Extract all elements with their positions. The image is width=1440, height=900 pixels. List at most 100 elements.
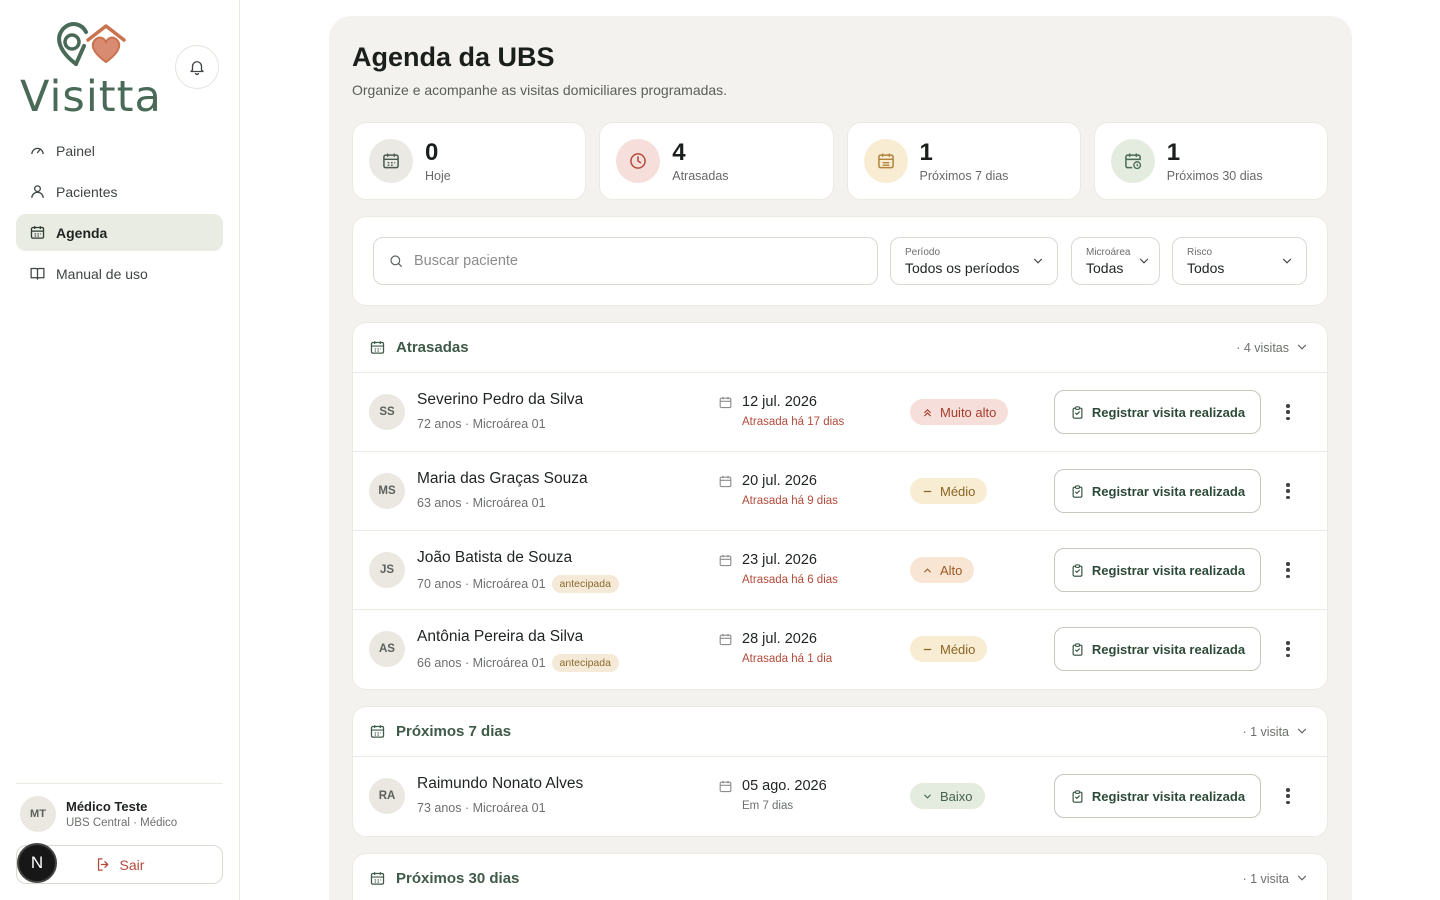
visitta-logo[interactable]: Visitta <box>20 18 161 122</box>
more-options-icon[interactable] <box>1281 481 1295 501</box>
calendar-icon <box>718 779 733 794</box>
anticipated-tag: antecipada <box>551 654 619 672</box>
calendar-week-icon <box>863 139 908 183</box>
group-header[interactable]: Atrasadas · 4 visitas <box>353 323 1327 373</box>
sidebar-item-label: Pacientes <box>56 183 118 200</box>
more-options-icon[interactable] <box>1281 786 1295 806</box>
stat-card-hoje[interactable]: 0 Hoje <box>352 122 587 200</box>
patient-meta-text: 70 anos · Microárea 01 <box>417 577 546 591</box>
button-label: Registrar visita realizada <box>1091 483 1246 499</box>
button-label: Registrar visita realizada <box>1091 788 1246 804</box>
stats-row: 0 Hoje 4 Atrasadas 1 Próximos 7 dias 1 P… <box>352 122 1328 200</box>
notifications-button[interactable] <box>175 45 219 89</box>
sidebar-item-pacientes[interactable]: Pacientes <box>16 173 223 210</box>
divider <box>16 783 223 784</box>
more-options-icon[interactable] <box>1281 639 1295 659</box>
search-input[interactable]: Buscar paciente <box>373 237 878 285</box>
visit-date: 23 jul. 2026 <box>742 552 817 568</box>
register-visit-button[interactable]: Registrar visita realizada <box>1054 548 1261 592</box>
chevron-down-icon[interactable] <box>1295 724 1309 738</box>
register-visit-button[interactable]: Registrar visita realizada <box>1054 390 1261 434</box>
sidebar-item-label: Agenda <box>56 224 108 241</box>
register-visit-button[interactable]: Registrar visita realizada <box>1054 469 1261 513</box>
stat-value: 4 <box>672 138 686 166</box>
logout-label: Sair <box>119 856 145 873</box>
risk-label: Alto <box>940 562 963 578</box>
select-label: Período <box>905 247 941 258</box>
visit-row[interactable]: JS João Batista de Souza 70 anos · Micro… <box>353 531 1327 610</box>
stat-value: 1 <box>919 138 933 166</box>
patient-meta: 73 anos · Microárea 01 <box>417 801 546 815</box>
select-value: Todos <box>1187 260 1225 276</box>
visit-row[interactable]: AS Antônia Pereira da Silva 66 anos · Mi… <box>353 610 1327 689</box>
calendar-icon <box>369 339 386 356</box>
more-options-icon[interactable] <box>1281 560 1295 580</box>
chevrons-up-icon <box>922 407 933 418</box>
sidebar-item-painel[interactable]: Painel <box>16 132 223 169</box>
group-title: Atrasadas <box>396 339 469 356</box>
visit-row[interactable]: MS Maria das Graças Souza 63 anos · Micr… <box>353 452 1327 531</box>
patient-meta-text: 73 anos · Microárea 01 <box>417 801 546 815</box>
clipboard-check-icon <box>1070 405 1085 420</box>
clock-icon <box>616 139 661 183</box>
patient-name[interactable]: Maria das Graças Souza <box>417 470 588 488</box>
group-header[interactable]: Próximos 7 dias · 1 visita <box>353 707 1327 757</box>
periodo-select[interactable]: Período Todos os períodos <box>890 237 1058 285</box>
stat-label: Hoje <box>425 168 451 183</box>
group-title: Próximos 30 dias <box>396 870 520 887</box>
clipboard-check-icon <box>1070 642 1085 657</box>
search-placeholder: Buscar paciente <box>414 253 518 269</box>
patient-meta: 72 anos · Microárea 01 <box>417 417 546 431</box>
risco-select[interactable]: Risco Todos <box>1172 237 1307 285</box>
chevron-down-icon[interactable] <box>1295 871 1309 885</box>
chevron-down-icon[interactable] <box>1295 340 1309 354</box>
avatar: JS <box>369 552 405 588</box>
chevron-down-icon <box>1137 254 1151 268</box>
patient-meta-text: 63 anos · Microárea 01 <box>417 496 546 510</box>
calendar-icon <box>369 870 386 887</box>
risk-badge: Alto <box>910 557 975 583</box>
dev-tools-badge[interactable]: N <box>17 843 57 883</box>
patient-meta: 70 anos · Microárea 01 antecipada <box>417 575 619 593</box>
visit-status: Atrasada há 9 dias <box>742 495 838 507</box>
group-header[interactable]: Próximos 30 dias · 1 visita <box>353 854 1327 900</box>
patient-meta-text: 72 anos · Microárea 01 <box>417 417 546 431</box>
register-visit-button[interactable]: Registrar visita realizada <box>1054 774 1261 818</box>
group-proximos-7-dias: Próximos 7 dias · 1 visita RA Raimundo N… <box>352 706 1328 837</box>
chevron-down-icon <box>1280 254 1294 268</box>
stat-card-proximos-30[interactable]: 1 Próximos 30 dias <box>1093 122 1328 200</box>
patient-name[interactable]: Antônia Pereira da Silva <box>417 628 583 646</box>
stat-card-atrasadas[interactable]: 4 Atrasadas <box>599 122 834 200</box>
risk-badge: Médio <box>910 478 988 504</box>
patient-name[interactable]: Severino Pedro da Silva <box>417 391 583 409</box>
user-role: UBS Central · Médico <box>66 817 178 829</box>
risk-badge: Muito alto <box>910 399 1009 425</box>
more-options-icon[interactable] <box>1281 402 1295 422</box>
calendar-clock-icon <box>1110 139 1155 183</box>
patient-meta-text: 66 anos · Microárea 01 <box>417 656 546 670</box>
visit-status: Atrasada há 6 dias <box>742 574 838 586</box>
calendar-icon <box>718 632 733 647</box>
sidebar-item-agenda[interactable]: Agenda <box>16 214 223 251</box>
patient-name[interactable]: João Batista de Souza <box>417 549 572 567</box>
visit-date: 12 jul. 2026 <box>742 394 817 410</box>
visit-row[interactable]: SS Severino Pedro da Silva 72 anos · Mic… <box>353 373 1327 452</box>
stat-card-proximos-7[interactable]: 1 Próximos 7 dias <box>846 122 1081 200</box>
visit-row[interactable]: RA Raimundo Nonato Alves 73 anos · Micro… <box>353 757 1327 836</box>
risk-label: Médio <box>940 641 976 657</box>
filters-panel: Buscar paciente Período Todos os período… <box>352 216 1328 306</box>
calendar-icon <box>28 224 46 242</box>
button-label: Registrar visita realizada <box>1091 641 1246 657</box>
search-icon <box>388 253 404 269</box>
sidebar-item-manual[interactable]: Manual de uso <box>16 255 223 292</box>
patient-name[interactable]: Raimundo Nonato Alves <box>417 775 583 793</box>
main-content: Agenda da UBS Organize e acompanhe as vi… <box>329 16 1352 900</box>
microarea-select[interactable]: Microárea Todas <box>1071 237 1160 285</box>
sidebar: Visitta Painel Pacientes Agenda Manual d… <box>0 0 240 900</box>
risk-badge: Baixo <box>910 783 985 809</box>
book-icon <box>28 265 46 283</box>
risk-label: Médio <box>940 483 976 499</box>
register-visit-button[interactable]: Registrar visita realizada <box>1054 627 1261 671</box>
user-profile[interactable]: MT Médico Teste UBS Central · Médico <box>20 796 177 832</box>
clipboard-check-icon <box>1070 484 1085 499</box>
